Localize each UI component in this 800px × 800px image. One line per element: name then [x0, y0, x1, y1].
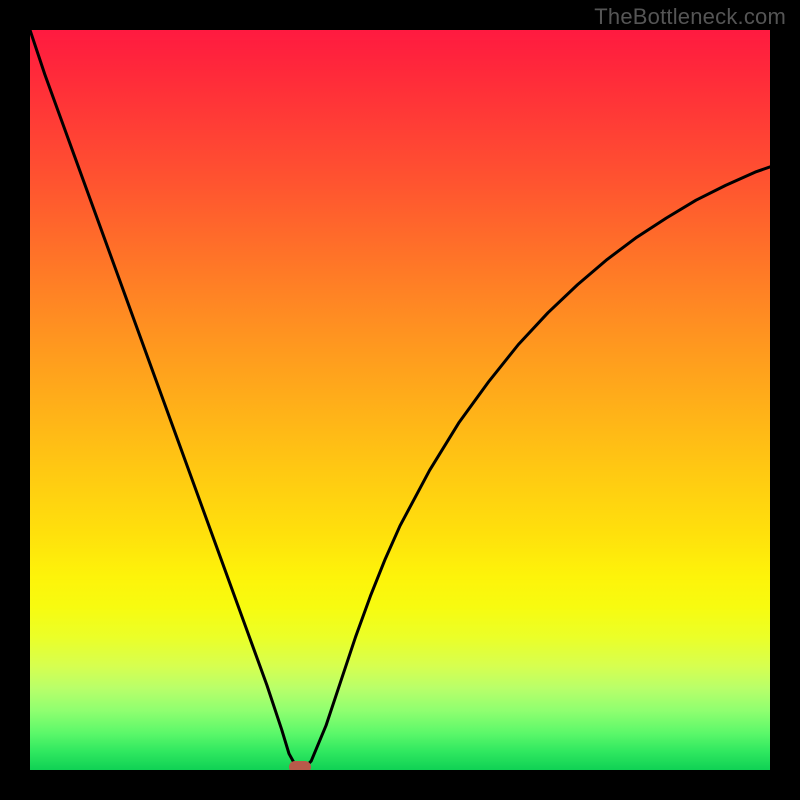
- bottleneck-curve: [30, 30, 770, 770]
- plot-area: [30, 30, 770, 770]
- optimum-marker: [289, 761, 311, 770]
- chart-frame: TheBottleneck.com: [0, 0, 800, 800]
- watermark-text: TheBottleneck.com: [594, 4, 786, 30]
